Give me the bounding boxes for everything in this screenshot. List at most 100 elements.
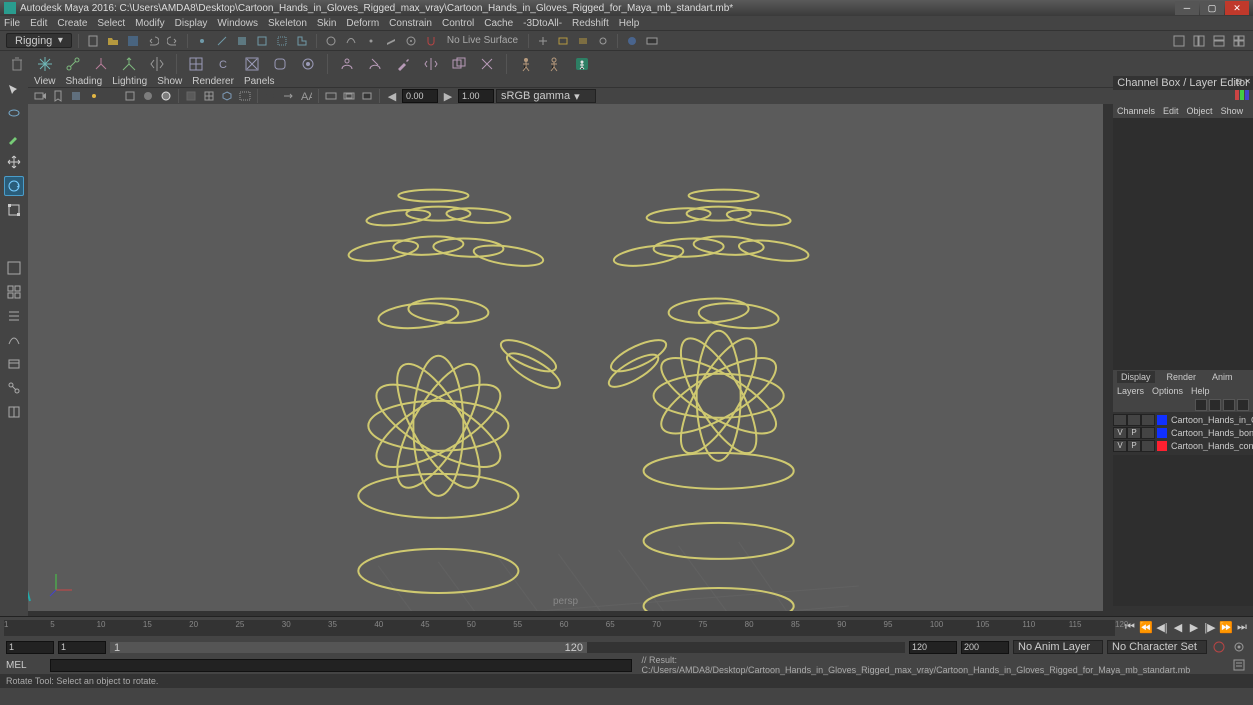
menu-display[interactable]: Display bbox=[175, 18, 208, 29]
go-end-icon[interactable]: ⏭ bbox=[1235, 621, 1249, 635]
vp-menu-renderer[interactable]: Renderer bbox=[192, 76, 234, 87]
vp-safe-icon[interactable] bbox=[341, 88, 357, 104]
insert-joint-icon[interactable] bbox=[118, 53, 140, 75]
menu-windows[interactable]: Windows bbox=[217, 18, 258, 29]
sel-uv-icon[interactable] bbox=[274, 33, 290, 49]
copy-weights-icon[interactable] bbox=[448, 53, 470, 75]
vp-xray-icon[interactable] bbox=[183, 88, 199, 104]
cluster-icon[interactable]: C bbox=[213, 53, 235, 75]
menu-deform[interactable]: Deform bbox=[346, 18, 379, 29]
lattice-icon[interactable] bbox=[185, 53, 207, 75]
viewport-vscroll[interactable] bbox=[1103, 104, 1113, 611]
open-scene-icon[interactable] bbox=[105, 33, 121, 49]
vp-ao-icon[interactable] bbox=[262, 88, 278, 104]
menu-skin[interactable]: Skin bbox=[317, 18, 336, 29]
four-view-icon[interactable] bbox=[4, 282, 24, 302]
range-end-inner[interactable]: 120 bbox=[909, 641, 957, 654]
layer-tab-options[interactable]: Options bbox=[1152, 386, 1183, 396]
snap-plane-icon[interactable] bbox=[383, 33, 399, 49]
vp-bookmark-icon[interactable] bbox=[50, 88, 66, 104]
layer-color-swatch[interactable] bbox=[1157, 415, 1167, 425]
layout-a-icon[interactable] bbox=[1171, 33, 1187, 49]
play-forward-icon[interactable]: ▶ bbox=[1187, 621, 1201, 635]
render-icon[interactable] bbox=[555, 33, 571, 49]
cmd-lang-label[interactable]: MEL bbox=[6, 660, 46, 671]
snap-curve-icon[interactable] bbox=[343, 33, 359, 49]
layer-row[interactable]: VPCartoon_Hands_contr... bbox=[1113, 440, 1253, 453]
layout-b-icon[interactable] bbox=[1191, 33, 1207, 49]
hypershade-icon[interactable] bbox=[624, 33, 640, 49]
select-tool-icon[interactable] bbox=[4, 80, 24, 100]
render-view-icon[interactable] bbox=[644, 33, 660, 49]
maximize-button[interactable]: ▢ bbox=[1200, 1, 1224, 15]
vp-light-icon[interactable] bbox=[86, 88, 102, 104]
blend-icon[interactable] bbox=[241, 53, 263, 75]
move-tool-icon[interactable] bbox=[4, 152, 24, 172]
paint-select-icon[interactable] bbox=[4, 128, 24, 148]
anim-layer-select[interactable]: No Anim Layer bbox=[1013, 640, 1103, 654]
menu-select[interactable]: Select bbox=[97, 18, 125, 29]
layer-row[interactable]: Cartoon_Hands_in_Glo... bbox=[1113, 414, 1253, 427]
colorspace-select[interactable]: sRGB gamma▾ bbox=[496, 89, 596, 103]
vp-exp-up-icon[interactable]: ▶ bbox=[440, 88, 456, 104]
history-off-icon[interactable] bbox=[535, 33, 551, 49]
vp-wireshaded-icon[interactable] bbox=[158, 88, 174, 104]
vp-menu-panels[interactable]: Panels bbox=[244, 76, 275, 87]
layer-type-toggle[interactable] bbox=[1141, 427, 1155, 439]
layer-new-empty-icon[interactable] bbox=[1223, 399, 1235, 411]
cb-tab-show[interactable]: Show bbox=[1221, 106, 1244, 116]
snap-grid-icon[interactable] bbox=[323, 33, 339, 49]
layer-color-swatch[interactable] bbox=[1157, 428, 1167, 438]
section-tab-anim[interactable]: Anim bbox=[1208, 371, 1237, 383]
menu-edit[interactable]: Edit bbox=[30, 18, 47, 29]
layer-vis-toggle[interactable] bbox=[1113, 414, 1127, 426]
menu-help[interactable]: Help bbox=[619, 18, 640, 29]
sel-obj-icon[interactable] bbox=[254, 33, 270, 49]
pose-a-icon[interactable] bbox=[515, 53, 537, 75]
vp-menu-show[interactable]: Show bbox=[157, 76, 182, 87]
menu-cache[interactable]: Cache bbox=[484, 18, 513, 29]
layer-playback-toggle[interactable]: P bbox=[1127, 440, 1141, 452]
prefs-icon[interactable] bbox=[1231, 639, 1247, 655]
menu--3dtoall-[interactable]: -3DtoAll- bbox=[523, 18, 562, 29]
layer-hscroll[interactable] bbox=[1113, 606, 1253, 616]
menu-file[interactable]: File bbox=[4, 18, 20, 29]
single-view-icon[interactable] bbox=[4, 258, 24, 278]
layer-color-swatch[interactable] bbox=[1157, 441, 1167, 451]
shrink-icon[interactable] bbox=[297, 53, 319, 75]
vp-exposure-b[interactable]: 1.00 bbox=[458, 89, 494, 103]
viewport-hscroll[interactable] bbox=[28, 611, 1113, 616]
step-back-key-icon[interactable]: ⏪ bbox=[1139, 621, 1153, 635]
vp-texture-icon[interactable] bbox=[68, 88, 84, 104]
cb-tab-object[interactable]: Object bbox=[1187, 106, 1213, 116]
layer-tab-help[interactable]: Help bbox=[1191, 386, 1210, 396]
rotate-tool-icon[interactable] bbox=[4, 176, 24, 196]
vp-shaded-icon[interactable] bbox=[140, 88, 156, 104]
menu-modify[interactable]: Modify bbox=[135, 18, 164, 29]
scale-tool-icon[interactable] bbox=[4, 200, 24, 220]
viewport-panel[interactable]: persp bbox=[28, 104, 1103, 611]
trash-icon[interactable] bbox=[6, 53, 28, 75]
layout-c-icon[interactable] bbox=[1211, 33, 1227, 49]
hammer-weights-icon[interactable] bbox=[476, 53, 498, 75]
layer-move-down-icon[interactable] bbox=[1209, 399, 1221, 411]
vp-resgate-icon[interactable] bbox=[237, 88, 253, 104]
layer-vis-toggle[interactable]: V bbox=[1113, 440, 1127, 452]
menu-create[interactable]: Create bbox=[57, 18, 87, 29]
vp-grid-icon[interactable] bbox=[201, 88, 217, 104]
vp-wire-icon[interactable] bbox=[122, 88, 138, 104]
vp-exposure-a[interactable]: 0.00 bbox=[402, 89, 438, 103]
undo-icon[interactable] bbox=[145, 33, 161, 49]
panel-close-button[interactable]: ⊡ ✕ bbox=[1235, 77, 1251, 86]
snap-point-icon[interactable] bbox=[363, 33, 379, 49]
range-start-inner[interactable]: 1 bbox=[58, 641, 106, 654]
joint-tool-icon[interactable] bbox=[62, 53, 84, 75]
save-scene-icon[interactable] bbox=[125, 33, 141, 49]
cmd-input[interactable] bbox=[50, 659, 632, 672]
play-back-icon[interactable]: ◀ bbox=[1171, 621, 1185, 635]
layer-playback-toggle[interactable] bbox=[1127, 414, 1141, 426]
close-button[interactable]: ✕ bbox=[1225, 1, 1249, 15]
cb-tab-edit[interactable]: Edit bbox=[1163, 106, 1179, 116]
dopesheet-icon[interactable] bbox=[4, 354, 24, 374]
step-back-icon[interactable]: ◀| bbox=[1155, 621, 1169, 635]
